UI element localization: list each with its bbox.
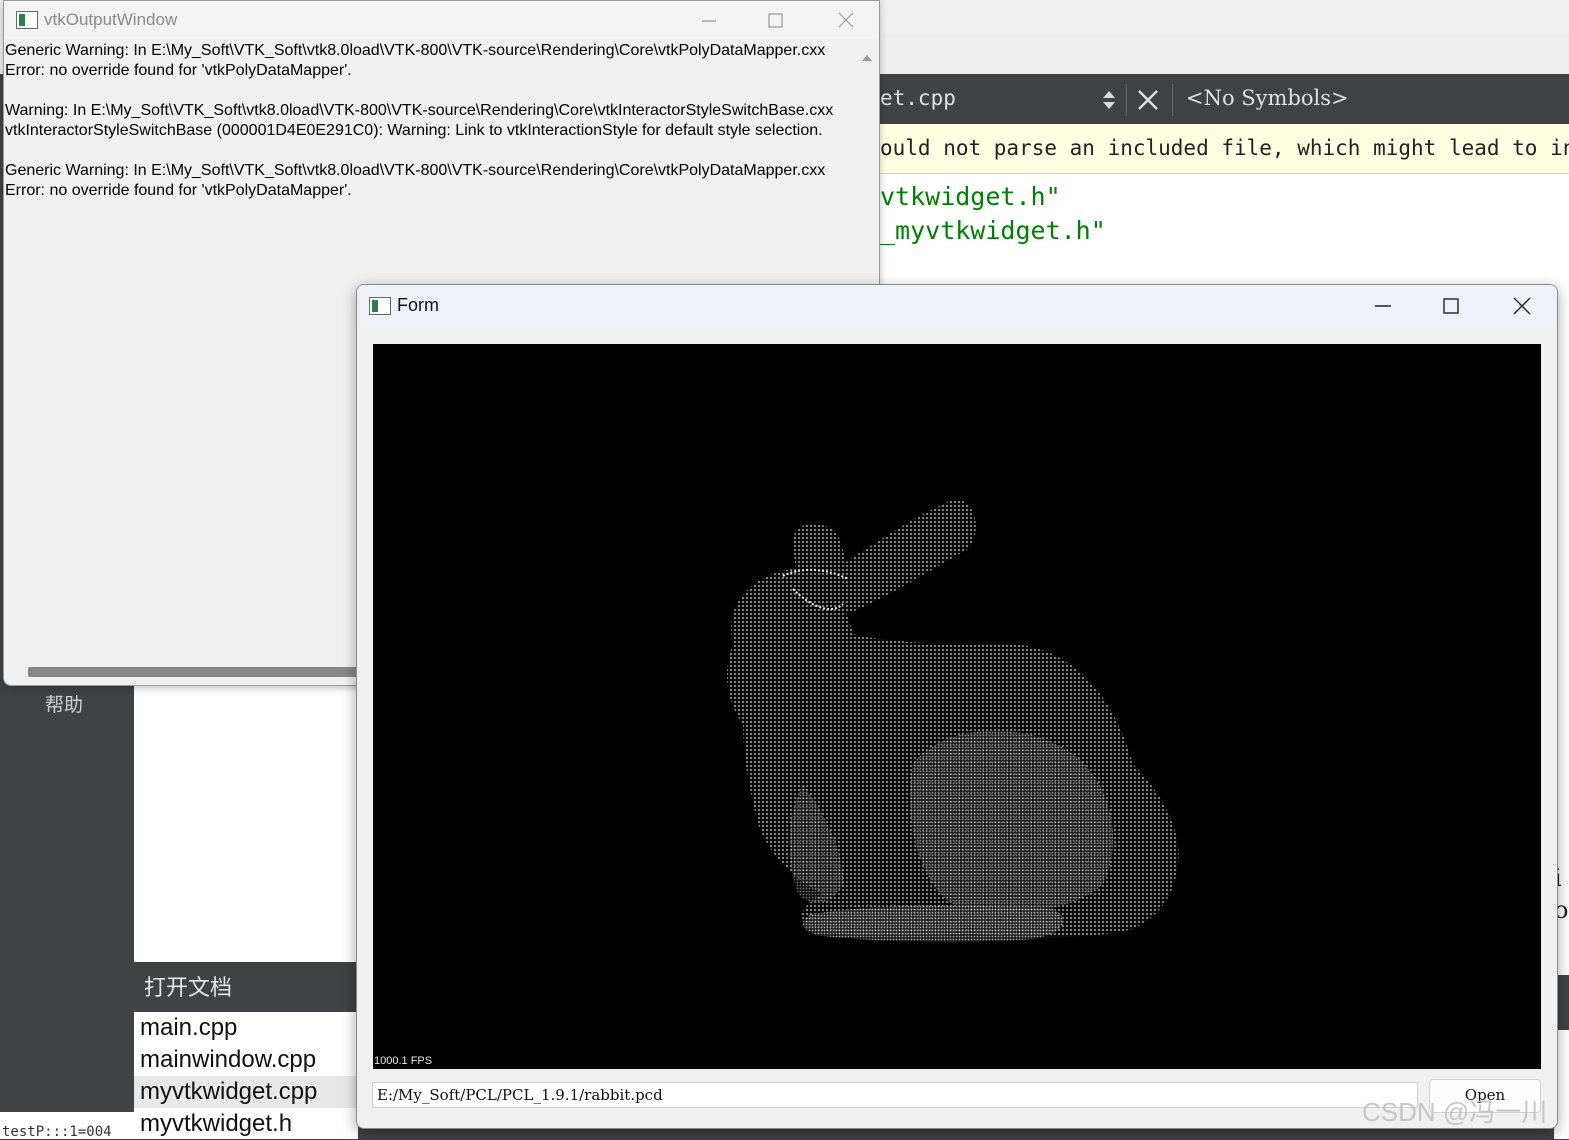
- project-tree-area: [134, 686, 358, 962]
- minimize-icon[interactable]: [689, 5, 729, 35]
- close-icon[interactable]: [826, 5, 866, 35]
- project-status: testP:::1=004: [0, 1112, 134, 1139]
- watermark: CSDN @冯一川: [1362, 1097, 1548, 1127]
- parse-warning-text: ould not parse an included file, which m…: [880, 136, 1569, 160]
- scroll-up-arrow-icon[interactable]: [856, 47, 878, 69]
- mode-help-label: 帮助: [44, 695, 83, 716]
- code-line: _myvtkwidget.h": [880, 216, 1106, 245]
- parse-warning-bar: ould not parse an included file, which m…: [880, 124, 1569, 174]
- vtk-titlebar[interactable]: vtkOutputWindow: [4, 1, 879, 39]
- form-window: Form 1000.1 FPS E:/My_Soft/PCL/PCL_1.9.1…: [356, 284, 1558, 1129]
- close-icon[interactable]: [1502, 291, 1542, 321]
- mode-help-button[interactable]: 帮助: [14, 690, 114, 730]
- point-cloud-canvas: [726, 499, 1179, 942]
- toolbar-separator: [1172, 84, 1173, 116]
- log-line: Generic Warning: In E:\My_Soft\VTK_Soft\…: [5, 162, 826, 179]
- symbols-combo[interactable]: <No Symbols>: [1186, 86, 1349, 110]
- vtk-render-view[interactable]: 1000.1 FPS: [373, 344, 1541, 1069]
- open-document-item[interactable]: myvtkwidget.h: [134, 1108, 358, 1140]
- vtk-window-title: vtkOutputWindow: [44, 10, 178, 29]
- log-line: Warning: In E:\My_Soft\VTK_Soft\vtk8.0lo…: [5, 102, 834, 119]
- log-line: Error: no override found for 'vtkPolyDat…: [5, 62, 352, 79]
- minimize-icon[interactable]: [1363, 291, 1403, 321]
- updown-arrows-icon[interactable]: [1098, 88, 1120, 112]
- horizontal-scrollbar-thumb[interactable]: [28, 667, 358, 677]
- current-file-combo[interactable]: et.cpp: [880, 86, 956, 110]
- open-document-item[interactable]: myvtkwidget.cpp: [134, 1076, 358, 1108]
- window-app-icon: [369, 297, 391, 315]
- editor-panel-strip: [1558, 1004, 1569, 1024]
- log-line: Error: no override found for 'vtkPolyDat…: [5, 182, 352, 199]
- code-line: vtkwidget.h": [880, 182, 1061, 211]
- maximize-icon[interactable]: [756, 5, 796, 35]
- log-blank-line: [4, 141, 856, 161]
- log-blank-line: [4, 81, 856, 101]
- open-documents-title: 打开文档: [144, 975, 233, 1000]
- file-path-input[interactable]: [372, 1082, 1418, 1108]
- editor-toolbar: et.cpp <No Symbols>: [880, 76, 1569, 124]
- editor-panel-strip: [1558, 975, 1569, 1000]
- close-document-icon[interactable]: [1136, 88, 1160, 112]
- rabbit-point-cloud: [726, 499, 1179, 942]
- log-line: Generic Warning: In E:\My_Soft\VTK_Soft\…: [5, 42, 826, 59]
- open-documents-header: 打开文档: [134, 964, 358, 1012]
- log-line: vtkInteractorStyleSwitchBase (000001D4E0…: [5, 122, 823, 139]
- fps-counter: 1000.1 FPS: [374, 1055, 433, 1067]
- project-status-text: testP:::1=004: [2, 1124, 112, 1139]
- toolbar-separator: [1126, 84, 1127, 116]
- form-window-title: Form: [397, 295, 439, 315]
- open-document-item[interactable]: main.cpp: [134, 1012, 358, 1044]
- form-titlebar[interactable]: Form: [357, 285, 1557, 327]
- maximize-icon[interactable]: [1431, 291, 1471, 321]
- window-app-icon: [16, 11, 38, 29]
- open-document-item[interactable]: mainwindow.cpp: [134, 1044, 358, 1076]
- open-documents-list: main.cpp mainwindow.cpp myvtkwidget.cpp …: [134, 1012, 358, 1139]
